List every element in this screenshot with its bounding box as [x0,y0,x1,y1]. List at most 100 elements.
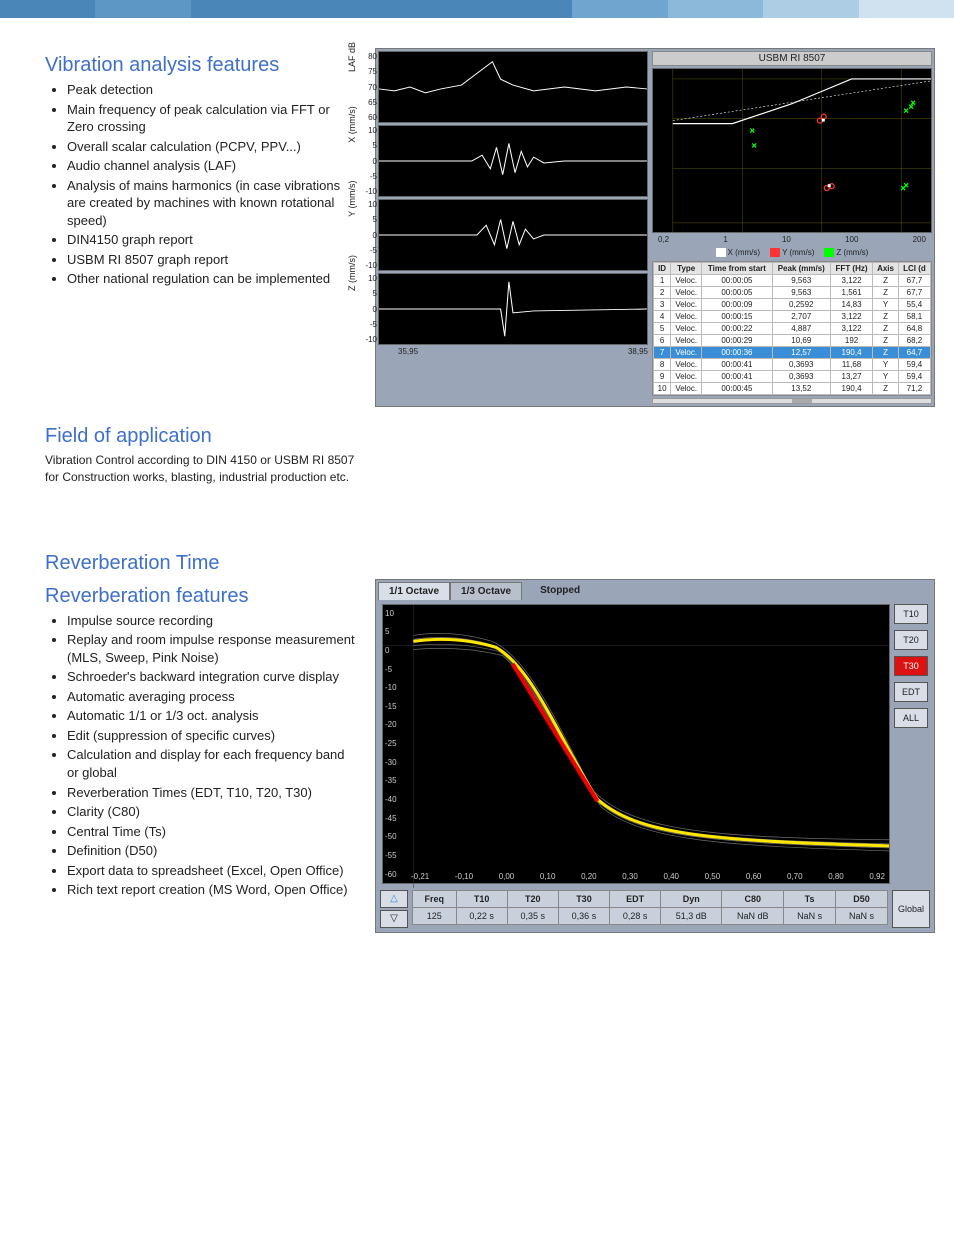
peaks-table[interactable]: IDTypeTime from startPeak (mm/s)FFT (Hz)… [652,261,932,396]
table-row[interactable]: 5Veloc.00:00:224,8873,122Z64,8 [654,323,931,335]
result-header: D50 [836,890,888,907]
metric-button-all[interactable]: ALL [894,708,928,728]
usbm-plot[interactable] [652,68,932,233]
list-item: Replay and room impulse response measure… [67,631,355,666]
reverberation-screenshot: 1/1 Octave 1/3 Octave Stopped [375,579,935,933]
rev-features-heading: Reverberation features [45,585,355,608]
list-item: Export data to spreadsheet (Excel, Open … [67,862,355,880]
decay-yticks: 1050-5-10-15-20-25-30-35-40-45-50-55-60 [385,605,397,883]
usbm-legend: X (mm/s) Y (mm/s) Z (mm/s) [652,246,932,259]
table-header[interactable]: FFT (Hz) [831,263,873,275]
waveform-z--mm-s-[interactable]: Z (mm/s) 1050-5-10 [378,273,648,345]
list-item: Other national regulation can be impleme… [67,270,355,288]
table-header[interactable]: LCI (d [898,263,930,275]
table-row[interactable]: 10Veloc.00:00:4513,52190,4Z71,2 [654,383,931,395]
list-item: Impulse source recording [67,612,355,630]
list-item: Overall scalar calculation (PCPV, PPV...… [67,138,355,156]
list-item: Main frequency of peak calculation via F… [67,101,355,136]
metric-button-edt[interactable]: EDT [894,682,928,702]
results-table: FreqT10T20T30EDTDynC80TsD501250,22 s0,35… [412,890,888,928]
result-cell: 125 [413,907,457,924]
waveform-yticks: 1050-5-10 [361,126,377,196]
waveform-ylabel: Z (mm/s) [347,255,357,291]
list-item: Calculation and display for each frequen… [67,746,355,781]
horizontal-scrollbar[interactable] [652,398,932,404]
table-row[interactable]: 2Veloc.00:00:059,5631,561Z67,7 [654,287,931,299]
result-cell: NaN s [836,907,888,924]
table-header[interactable]: Time from start [702,263,772,275]
table-row[interactable]: 3Veloc.00:00:090,259214,83Y55,4 [654,299,931,311]
metric-button-t30[interactable]: T30 [894,656,928,676]
metric-buttons: T10 T20 T30 EDT ALL [894,604,928,884]
list-item: Definition (D50) [67,842,355,860]
table-row[interactable]: 6Veloc.00:00:2910,69192Z68,2 [654,335,931,347]
table-row[interactable]: 4Veloc.00:00:152,7073,122Z58,1 [654,311,931,323]
vib-field-line1: Vibration Control according to DIN 4150 … [45,452,909,469]
freq-up-button[interactable]: △ [380,890,408,908]
rev-features-list: Impulse source recordingReplay and room … [45,612,355,899]
legend-item: Z (mm/s) [824,248,868,257]
vib-features-list: Peak detection Main frequency of peak cal… [45,81,355,288]
table-row[interactable]: 8Veloc.00:00:410,369311,68Y59,4 [654,359,931,371]
list-item: Peak detection [67,81,355,99]
waveform-x--mm-s-[interactable]: X (mm/s) 1050-5-10 [378,125,648,197]
vibration-screenshot: LAF dB 8075706560 X (mm/s) 1050-5-10 Y (… [375,48,935,407]
list-item: Rich text report creation (MS Word, Open… [67,881,355,899]
result-cell: 0,28 s [610,907,661,924]
result-cell: 0,35 s [507,907,558,924]
table-header[interactable]: Peak (mm/s) [772,263,830,275]
list-item: Reverberation Times (EDT, T10, T20, T30) [67,784,355,802]
usbm-xaxis: 0,2110100200 [652,235,932,244]
list-item: Audio channel analysis (LAF) [67,157,355,175]
result-cell: 0,22 s [456,907,507,924]
result-cell: NaN dB [722,907,784,924]
result-header: T10 [456,890,507,907]
table-header[interactable]: ID [654,263,671,275]
legend-item: X (mm/s) [716,248,760,257]
waveform-ylabel: LAF dB [347,42,357,72]
metric-button-t10[interactable]: T10 [894,604,928,624]
global-button[interactable]: Global [892,890,930,928]
result-header: Dyn [661,890,722,907]
xto: 38,95 [628,347,648,356]
list-item: Clarity (C80) [67,803,355,821]
list-item: Automatic 1/1 or 1/3 oct. analysis [67,707,355,725]
list-item: Central Time (Ts) [67,823,355,841]
usbm-title: USBM RI 8507 [652,51,932,66]
waveform-y--mm-s-[interactable]: Y (mm/s) 1050-5-10 [378,199,648,271]
xfrom: 35,95 [398,347,418,356]
list-item: Edit (suppression of specific curves) [67,727,355,745]
vibration-section: Vibration analysis features Peak detecti… [45,48,909,407]
metric-button-t20[interactable]: T20 [894,630,928,650]
table-header[interactable]: Type [671,263,702,275]
waveform-ylabel: X (mm/s) [347,106,357,143]
table-row[interactable]: 7Veloc.00:00:3612,57190,4Z64,7 [654,347,931,359]
tab-1-1-octave[interactable]: 1/1 Octave [378,582,450,600]
freq-step-arrows: △ ▽ [380,890,408,928]
result-cell: 0,36 s [558,907,609,924]
result-cell: 51,3 dB [661,907,722,924]
octave-tabs: 1/1 Octave 1/3 Octave Stopped [378,582,932,600]
result-cell: NaN s [784,907,836,924]
list-item: USBM RI 8507 graph report [67,251,355,269]
waveform-ylabel: Y (mm/s) [347,180,357,216]
waveform-yticks: 1050-5-10 [361,200,377,270]
decay-xticks: -0,21-0,100,000,100,200,300,400,500,600,… [383,872,889,881]
table-header[interactable]: Axis [873,263,899,275]
rev-heading: Reverberation Time [45,552,909,575]
decay-plot[interactable]: 1050-5-10-15-20-25-30-35-40-45-50-55-60 … [382,604,890,884]
list-item: Schroeder's backward integration curve d… [67,668,355,686]
waveform-laf-db[interactable]: LAF dB 8075706560 [378,51,648,123]
vib-field-heading: Field of application [45,425,909,448]
table-row[interactable]: 1Veloc.00:00:059,5633,122Z67,7 [654,275,931,287]
vib-field-line2: for Construction works, blasting, indust… [45,469,909,486]
waveform-yticks: 1050-5-10 [361,274,377,344]
tab-1-3-octave[interactable]: 1/3 Octave [450,582,522,600]
result-header: Freq [413,890,457,907]
freq-down-button[interactable]: ▽ [380,910,408,928]
result-header: T30 [558,890,609,907]
table-row[interactable]: 9Veloc.00:00:410,369313,27Y59,4 [654,371,931,383]
status-label: Stopped [540,585,580,596]
result-header: T20 [507,890,558,907]
list-item: Analysis of mains harmonics (in case vib… [67,177,355,230]
